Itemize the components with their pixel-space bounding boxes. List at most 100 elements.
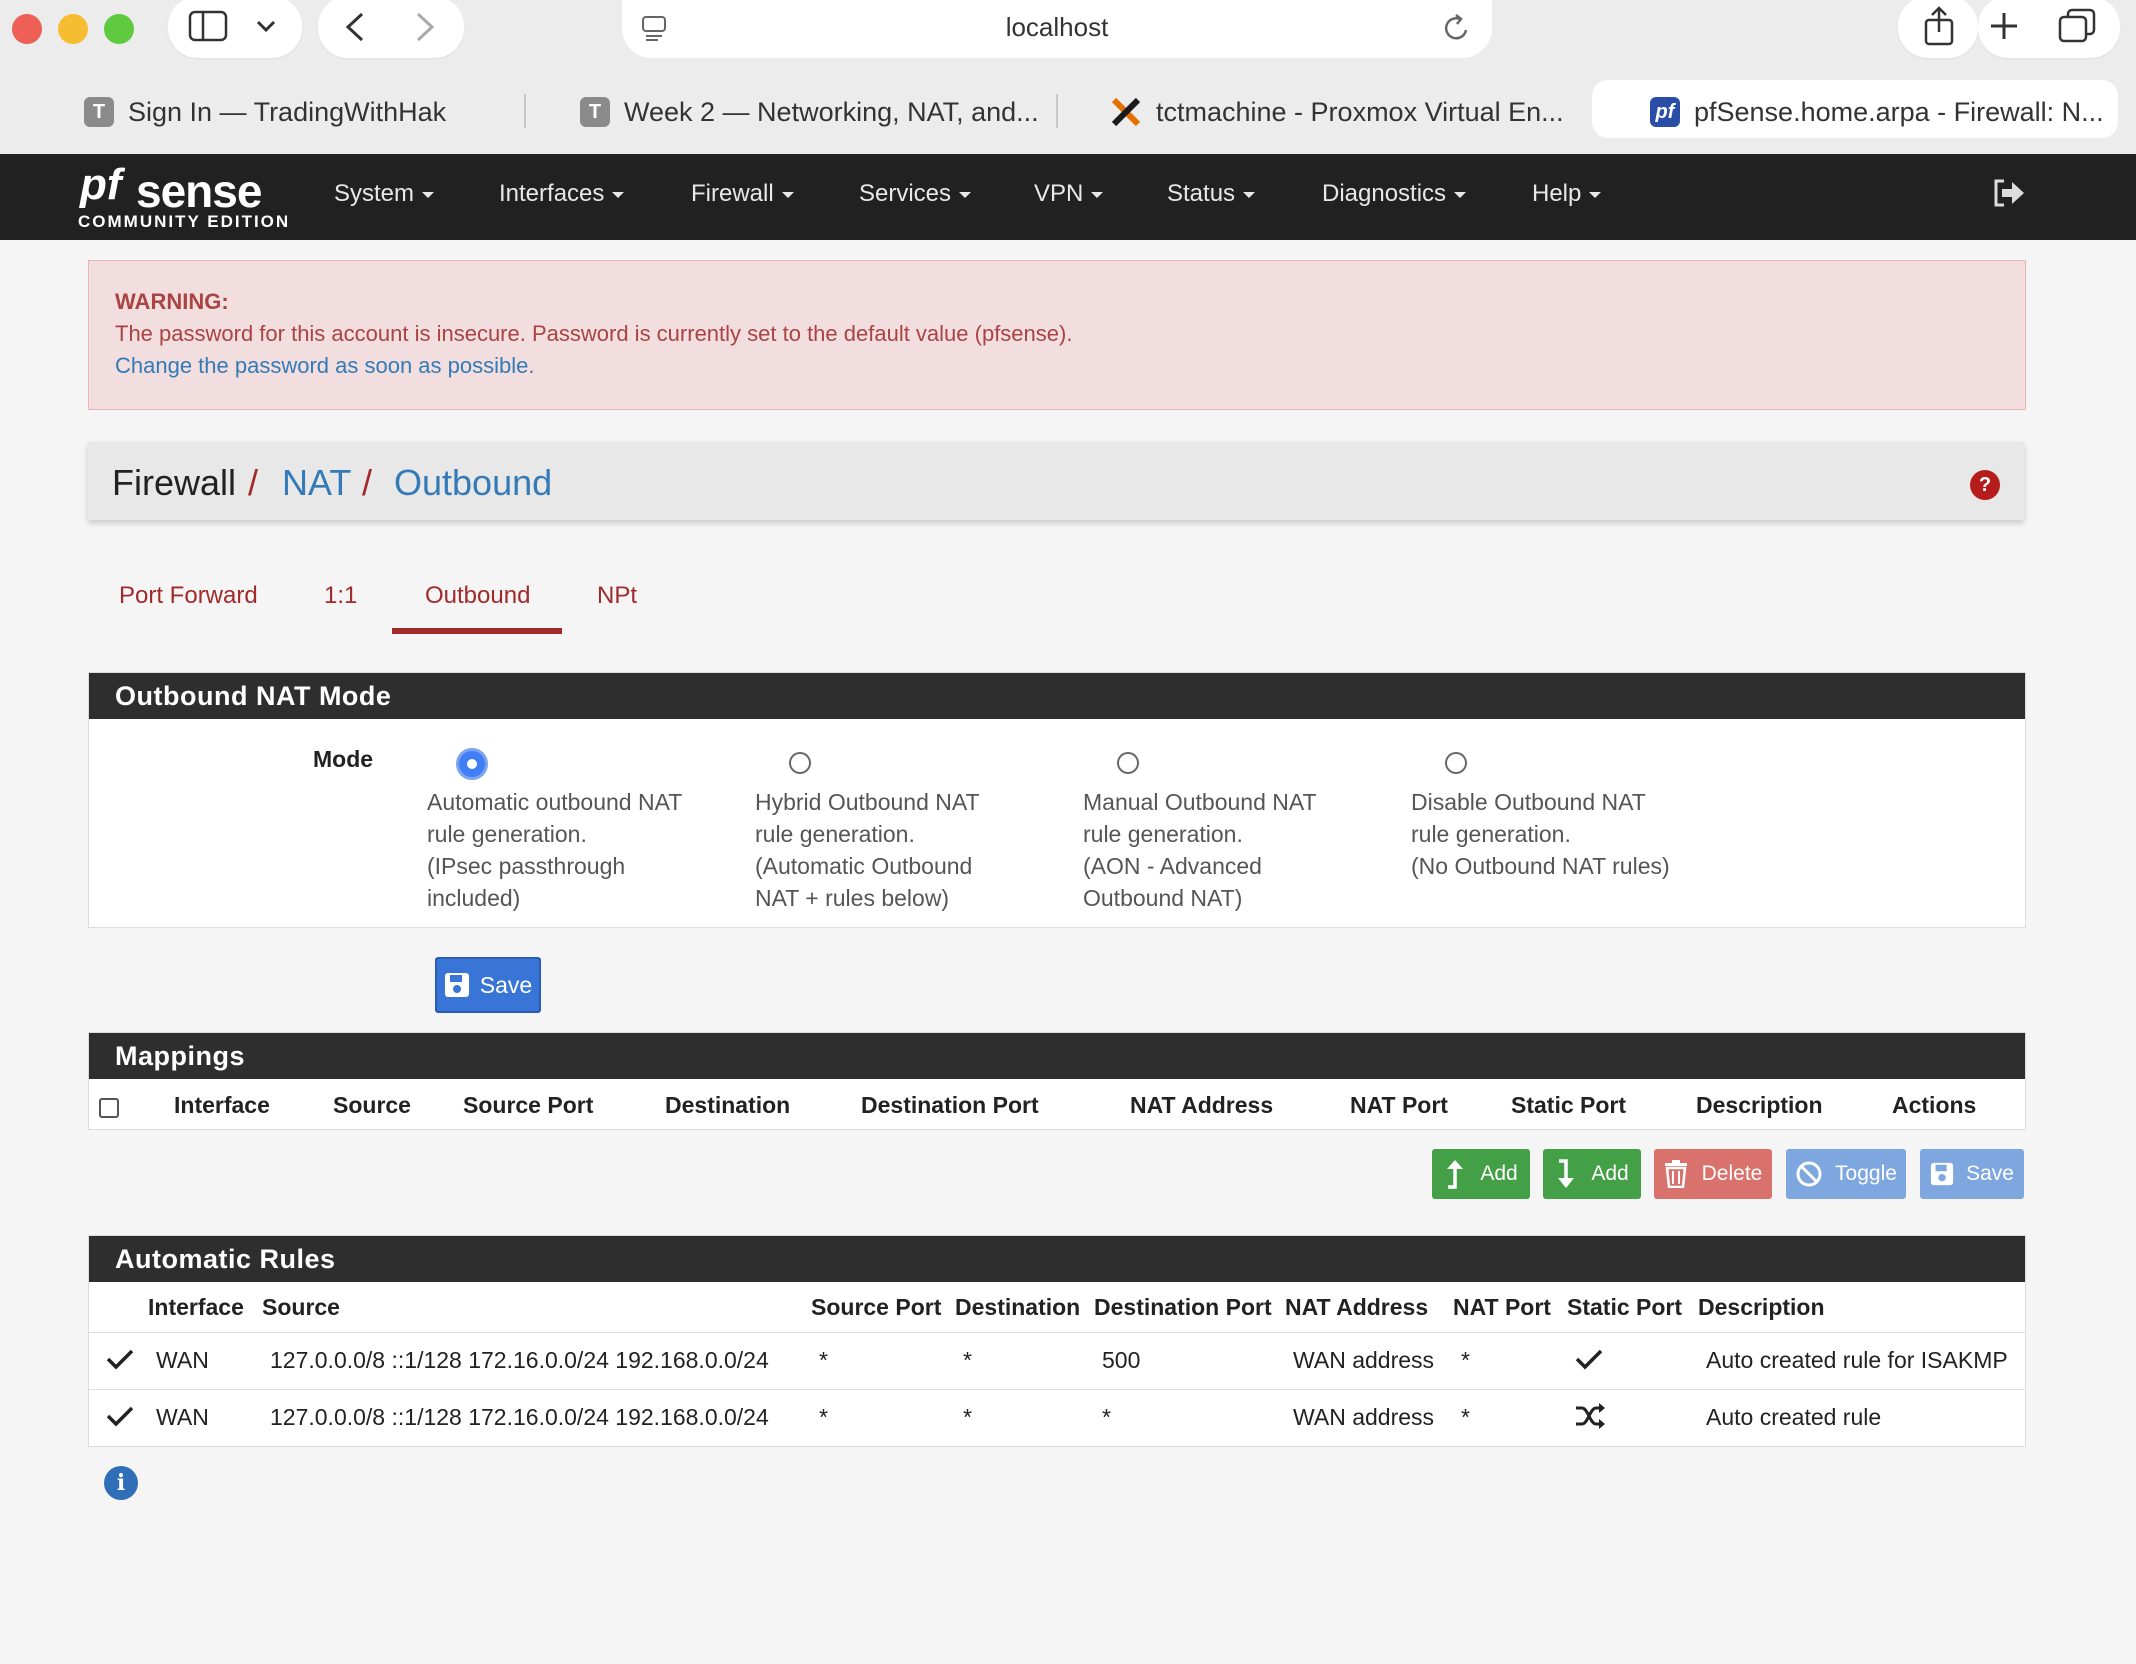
select-all-checkbox[interactable] [99,1098,119,1118]
nav-vpn[interactable]: VPN [1034,180,1104,208]
mode-radio-automatic[interactable] [456,748,488,780]
col-source: Source [333,1092,411,1118]
browser-tab-title: pfSense.home.arpa - Firewall: N... [1694,96,2104,127]
mode-radio-disable[interactable] [1445,752,1467,774]
share-button[interactable] [1898,0,1978,58]
delete-button[interactable]: Delete [1654,1149,1772,1199]
add-bottom-button[interactable]: Add [1543,1149,1641,1199]
add-top-button[interactable]: Add [1432,1149,1530,1199]
mode-save-button[interactable]: Save [435,957,541,1013]
address-bar[interactable]: localhost [622,0,1492,58]
col-source-port: Source Port [463,1092,594,1118]
cell-nat-port: * [1461,1404,1470,1430]
info-icon[interactable]: i [104,1466,138,1500]
cell-interface: WAN [156,1404,209,1430]
minimize-window-button[interactable] [58,14,88,44]
col-interface: Interface [174,1092,270,1118]
help-icon[interactable]: ? [1970,470,2000,500]
logo-sense[interactable]: sense [136,164,262,218]
breadcrumb-outbound[interactable]: Outbound [394,462,552,504]
col-destination: Destination [955,1294,1081,1320]
reload-icon[interactable] [1442,12,1472,44]
logo-pf[interactable]: pf [80,160,122,210]
cell-destination: * [963,1404,972,1430]
browser-tab-2[interactable]: T Week 2 — Networking, NAT, and... [580,86,1039,138]
col-nat-port: NAT Port [1453,1294,1551,1320]
panel-heading: Mappings [89,1033,2025,1079]
mode-radio-hybrid[interactable] [789,752,811,774]
random-icon [1576,1403,1605,1429]
breadcrumb-nat[interactable]: NAT [282,462,351,504]
browser-tab-3[interactable]: tctmachine - Proxmox Virtual En... [1110,86,1564,138]
breadcrumb-separator: / [362,462,373,503]
sidebar-icon [188,10,228,42]
trash-icon [1664,1160,1687,1188]
floppy-disk-icon [444,973,469,997]
sidebar-toggle-group[interactable] [168,0,302,58]
pfsense-favicon: pf [1650,97,1680,127]
tab-favicon: T [84,97,114,127]
back-arrow-icon[interactable] [340,10,370,44]
nav-status[interactable]: Status [1167,180,1256,208]
mode-option-automatic-label[interactable]: Automatic outbound NAT rule generation. (I… [427,786,707,914]
nav-help[interactable]: Help [1532,180,1602,208]
col-interface: Interface [148,1294,244,1320]
nav-interfaces[interactable]: Interfaces [499,180,625,208]
col-source: Source [262,1294,340,1320]
tab-outbound[interactable]: Outbound [425,582,530,610]
floppy-disk-icon [1930,1162,1954,1186]
cell-destination-port: 500 [1102,1347,1141,1373]
password-warning-alert: WARNING: The password for this account i… [88,260,2026,410]
col-nat-address: NAT Address [1285,1294,1429,1320]
breadcrumb: Firewall / NAT / Outbound [88,442,2024,520]
tab-port-forward[interactable]: Port Forward [119,582,258,610]
mode-label: Mode [313,746,374,772]
forward-arrow-icon[interactable] [410,10,440,44]
close-window-button[interactable] [12,14,42,44]
nav-system[interactable]: System [334,180,435,208]
col-destination-port: Destination Port [1094,1294,1272,1320]
tab-separator [1056,94,1058,128]
tab-overview-icon[interactable] [2058,8,2096,44]
panel-title: Mappings [115,1041,245,1071]
toggle-button[interactable]: Toggle [1786,1149,1906,1199]
change-password-link[interactable]: Change the password as soon as possible. [115,353,534,379]
col-nat-port: NAT Port [1350,1092,1448,1118]
mode-option-manual-label[interactable]: Manual Outbound NAT rule generation. (AON … [1083,786,1363,914]
zoom-window-button[interactable] [104,14,134,44]
tab-npt[interactable]: NPt [597,582,637,610]
nav-buttons-group [318,0,464,58]
col-actions: Actions [1892,1092,1977,1118]
cell-description: Auto created rule [1706,1404,1882,1430]
tab-one-to-one[interactable]: 1:1 [324,582,357,610]
panel-title: Outbound NAT Mode [115,681,392,711]
col-destination-port: Destination Port [861,1092,1039,1118]
browser-tab-1[interactable]: T Sign In — TradingWithHak [84,86,446,138]
warning-title: WARNING: [115,289,229,314]
col-static-port: Static Port [1511,1092,1627,1118]
nav-diagnostics[interactable]: Diagnostics [1322,180,1467,208]
nav-services[interactable]: Services [859,180,972,208]
tab-controls-group [1978,0,2120,58]
breadcrumb-firewall: Firewall [112,462,237,503]
mappings-save-button[interactable]: Save [1920,1149,2024,1199]
panel-title: Automatic Rules [115,1244,336,1274]
col-nat-address: NAT Address [1130,1092,1274,1118]
mode-option-hybrid-label[interactable]: Hybrid Outbound NAT rule generation. (Auto… [755,786,1035,914]
panel-heading: Automatic Rules [89,1236,2025,1282]
url-text: localhost [1005,12,1109,42]
browser-tab-title: tctmachine - Proxmox Virtual En... [1156,96,1564,127]
outbound-nat-mode-panel: Outbound NAT Mode [88,672,2026,928]
warning-message: The password for this account is insecur… [115,321,1073,346]
browser-tab-4[interactable]: pf pfSense.home.arpa - Firewall: N... [1650,86,2104,138]
cell-source-port: * [819,1404,828,1430]
cell-source: 127.0.0.0/8 ::1/128 172.16.0.0/24 192.16… [270,1404,769,1430]
mode-option-disable-label[interactable]: Disable Outbound NAT rule generation. (No … [1411,786,1711,882]
tab-separator [524,94,526,128]
new-tab-icon[interactable] [1988,10,2020,42]
cell-destination: * [963,1347,972,1373]
logout-icon[interactable] [1992,178,2026,208]
cell-interface: WAN [156,1347,209,1373]
mode-radio-manual[interactable] [1117,752,1139,774]
nav-firewall[interactable]: Firewall [691,180,794,208]
